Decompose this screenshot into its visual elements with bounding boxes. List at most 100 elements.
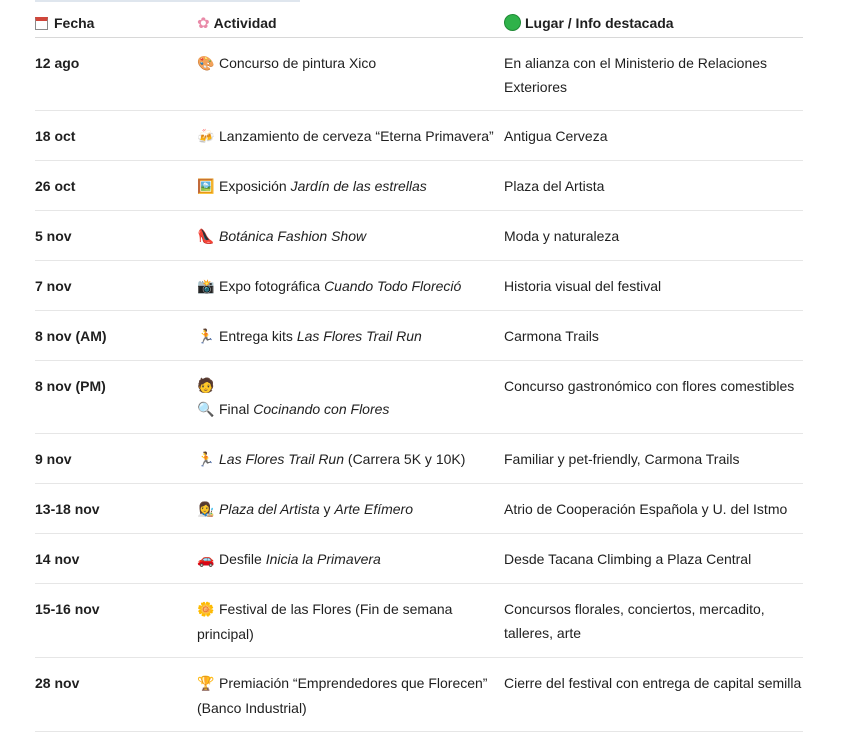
event-date: 8 nov (PM) bbox=[35, 378, 106, 394]
cell-fecha: 7 nov bbox=[35, 274, 197, 299]
cell-actividad: 🖼️ Exposición Jardín de las estrellas bbox=[197, 174, 504, 199]
cell-fecha: 18 oct bbox=[35, 124, 197, 149]
cell-actividad: 👩‍🎨 Plaza del Artista y Arte Efímero bbox=[197, 497, 504, 522]
cell-fecha: 26 oct bbox=[35, 174, 197, 199]
venue-info: Historia visual del festival bbox=[504, 278, 662, 294]
activity-emoji-icon: 🎨 bbox=[197, 56, 215, 72]
green-circle-icon bbox=[504, 14, 521, 31]
cell-fecha: 5 nov bbox=[35, 224, 197, 249]
table-row: 5 nov 👠 Botánica Fashion Show Moda y natura… bbox=[35, 211, 803, 261]
event-date: 26 oct bbox=[35, 178, 76, 194]
cell-fecha: 8 nov (PM) bbox=[35, 374, 197, 422]
cell-fecha: 8 nov (AM) bbox=[35, 324, 197, 349]
event-date: 12 ago bbox=[35, 55, 80, 71]
activity-emoji-icon: 🏃 bbox=[197, 329, 215, 345]
activity-text: Expo fotográfica bbox=[219, 278, 325, 294]
activity-emoji-icon: 🚗 bbox=[197, 552, 215, 568]
table-row: 15-16 nov 🌼 Festival de las Flores (Fin de… bbox=[35, 584, 803, 658]
activity-text: Arte Efímero bbox=[334, 501, 414, 517]
activity-text: (Carrera 5K y 10K) bbox=[344, 451, 466, 467]
cell-lugar: Familiar y pet-friendly, Carmona Trails bbox=[504, 447, 803, 472]
cell-actividad: 🍻 Lanzamiento de cerveza “Eterna Primaver… bbox=[197, 124, 504, 149]
header-actividad: ✿ Actividad bbox=[197, 14, 277, 32]
table-row: 7 nov 📸 Expo fotográfica Cuando Todo Flore… bbox=[35, 261, 803, 311]
activity-emoji-icon: 📸 bbox=[197, 279, 215, 295]
cell-actividad: 🏃 Las Flores Trail Run (Carrera 5K y 10K) bbox=[197, 447, 504, 472]
activity-text: Cuando Todo Floreció bbox=[324, 278, 462, 294]
cell-fecha: 9 nov bbox=[35, 447, 197, 472]
cell-lugar: Desde Tacana Climbing a Plaza Central bbox=[504, 547, 803, 572]
activity-text: Final bbox=[219, 401, 254, 417]
cell-actividad: 🌼 Festival de las Flores (Fin de semana p… bbox=[197, 597, 504, 646]
cell-lugar: Plaza del Artista bbox=[504, 174, 803, 199]
cell-actividad: 🎨 Concurso de pintura Xico bbox=[197, 51, 504, 99]
cell-lugar: Antigua Cerveza bbox=[504, 124, 803, 149]
cell-actividad: 🧑🔍 Final Cocinando con Flores bbox=[197, 374, 504, 422]
event-date: 14 nov bbox=[35, 551, 80, 567]
event-date: 13-18 nov bbox=[35, 501, 100, 517]
cell-fecha: 28 nov bbox=[35, 671, 197, 720]
activity-emoji-icon: 🍻 bbox=[197, 129, 215, 145]
venue-info: Desde Tacana Climbing a Plaza Central bbox=[504, 551, 752, 567]
cell-lugar: Atrio de Cooperación Española y U. del I… bbox=[504, 497, 803, 522]
cell-lugar: En alianza con el Ministerio de Relacion… bbox=[504, 51, 803, 99]
event-date: 7 nov bbox=[35, 278, 72, 294]
activity-text: Concurso de pintura Xico bbox=[219, 55, 377, 71]
activity-text: Festival de las Flores (Fin de semana pr… bbox=[197, 601, 453, 642]
table-row: 8 nov (AM) 🏃 Entrega kits Las Flores Trail… bbox=[35, 311, 803, 361]
table-row: 8 nov (PM) 🧑🔍 Final Cocinando con Flores Co… bbox=[35, 361, 803, 434]
header-lugar: Lugar / Info destacada bbox=[504, 14, 803, 31]
activity-text: Desfile bbox=[219, 551, 266, 567]
activity-text: y bbox=[319, 501, 335, 517]
table-header: Fecha ✿ Actividad Lugar / Info destacada bbox=[35, 8, 803, 38]
venue-info: Antigua Cerveza bbox=[504, 128, 608, 144]
events-table: Fecha ✿ Actividad Lugar / Info destacada … bbox=[35, 8, 803, 732]
cell-lugar: Moda y naturaleza bbox=[504, 224, 803, 249]
venue-info: Plaza del Artista bbox=[504, 178, 605, 194]
activity-text: Jardín de las estrellas bbox=[290, 178, 427, 194]
activity-emoji-icon: 👠 bbox=[197, 229, 215, 245]
activity-emoji-icon: 🖼️ bbox=[197, 179, 215, 195]
top-divider bbox=[35, 0, 300, 2]
venue-info: Atrio de Cooperación Española y U. del I… bbox=[504, 501, 788, 517]
activity-text: Entrega kits bbox=[219, 328, 297, 344]
cell-lugar: Carmona Trails bbox=[504, 324, 803, 349]
table-row: 12 ago 🎨 Concurso de pintura Xico En alianz… bbox=[35, 38, 803, 111]
activity-text: Cocinando con Flores bbox=[253, 401, 390, 417]
activity-emoji-icon: 🧑🔍 bbox=[197, 378, 215, 418]
activity-text: Las Flores Trail Run bbox=[296, 328, 422, 344]
activity-text: Las Flores Trail Run bbox=[219, 451, 345, 467]
table-row: 13-18 nov 👩‍🎨 Plaza del Artista y Arte Efí… bbox=[35, 484, 803, 534]
activity-text: Exposición bbox=[219, 178, 291, 194]
event-date: 15-16 nov bbox=[35, 601, 100, 617]
event-date: 28 nov bbox=[35, 675, 80, 691]
activity-text: Botánica Fashion Show bbox=[219, 228, 367, 244]
cell-actividad: 🚗 Desfile Inicia la Primavera bbox=[197, 547, 504, 572]
venue-info: Cierre del festival con entrega de capit… bbox=[504, 675, 802, 691]
venue-info: En alianza con el Ministerio de Relacion… bbox=[504, 55, 768, 95]
cherry-blossom-icon: ✿ bbox=[197, 14, 210, 32]
table-row: 26 oct 🖼️ Exposición Jardín de las estrell… bbox=[35, 161, 803, 211]
activity-text: Lanzamiento de cerveza “Eterna Primavera… bbox=[219, 128, 494, 144]
venue-info: Carmona Trails bbox=[504, 328, 599, 344]
activity-text: Inicia la Primavera bbox=[265, 551, 381, 567]
activity-text: Premiación “Emprendedores que Florecen” … bbox=[197, 675, 488, 716]
venue-info: Concurso gastronómico con flores comesti… bbox=[504, 378, 795, 394]
cell-actividad: 🏆 Premiación “Emprendedores que Florecen”… bbox=[197, 671, 504, 720]
venue-info: Moda y naturaleza bbox=[504, 228, 620, 244]
cell-lugar: Concurso gastronómico con flores comesti… bbox=[504, 374, 803, 422]
activity-emoji-icon: 🌼 bbox=[197, 602, 215, 618]
table-body: 12 ago 🎨 Concurso de pintura Xico En alianz… bbox=[35, 38, 803, 732]
cell-lugar: Concursos florales, conciertos, mercadit… bbox=[504, 597, 803, 646]
activity-emoji-icon: 🏃 bbox=[197, 452, 215, 468]
venue-info: Familiar y pet-friendly, Carmona Trails bbox=[504, 451, 740, 467]
cell-lugar: Cierre del festival con entrega de capit… bbox=[504, 671, 803, 720]
cell-fecha: 13-18 nov bbox=[35, 497, 197, 522]
event-date: 8 nov (AM) bbox=[35, 328, 107, 344]
table-row: 9 nov 🏃 Las Flores Trail Run (Carrera 5K y… bbox=[35, 434, 803, 484]
activity-emoji-icon: 🏆 bbox=[197, 676, 215, 692]
cell-actividad: 👠 Botánica Fashion Show bbox=[197, 224, 504, 249]
activity-text: Plaza del Artista bbox=[219, 501, 320, 517]
event-date: 18 oct bbox=[35, 128, 76, 144]
event-date: 5 nov bbox=[35, 228, 72, 244]
